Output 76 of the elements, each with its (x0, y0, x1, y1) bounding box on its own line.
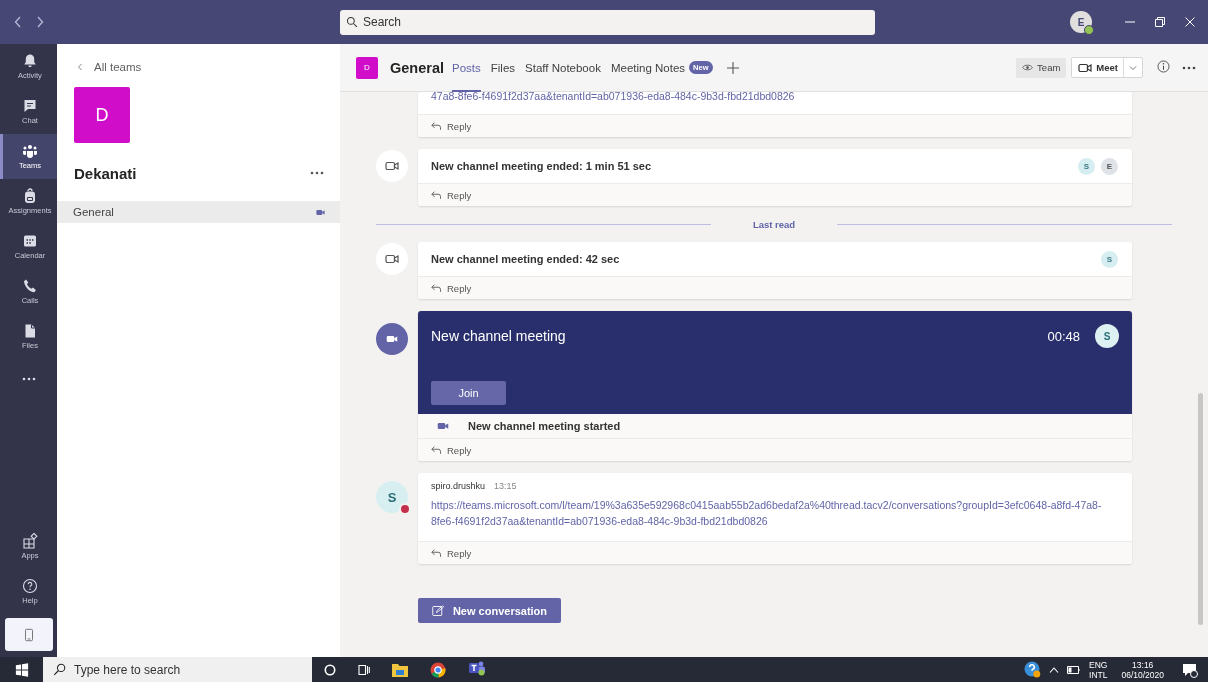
help-icon[interactable] (1024, 661, 1042, 678)
taskbar-search-field[interactable]: Type here to search (43, 657, 312, 682)
channel-tab[interactable]: Staff Notebook (525, 44, 601, 92)
calendar-icon (22, 233, 38, 249)
reply-arrow-icon (430, 444, 442, 456)
cortana-icon[interactable] (324, 663, 336, 676)
all-teams-link[interactable]: All teams (76, 61, 142, 73)
input-language[interactable]: ENG (1089, 659, 1108, 670)
participant-avatar: S (1078, 157, 1095, 175)
event-text: New channel meeting ended: 42 sec (431, 253, 620, 265)
folder-icon[interactable] (392, 662, 408, 677)
participant-avatar: S (1095, 324, 1119, 348)
reply-arrow-icon (430, 282, 442, 294)
reply-button[interactable]: Reply (430, 120, 472, 132)
last-read-label: Last read (751, 218, 797, 230)
more-icon[interactable] (310, 171, 324, 175)
reply-arrow-icon (430, 547, 442, 559)
info-icon (1157, 59, 1170, 73)
eye-icon (1022, 62, 1034, 73)
notification-icon[interactable] (1182, 661, 1198, 678)
new-conversation-button[interactable]: New conversation (418, 598, 561, 623)
team-avatar: D (356, 56, 378, 79)
reply-arrow-icon (430, 189, 442, 201)
clock-date[interactable]: 06/10/2020 (1121, 669, 1164, 680)
clock-time[interactable]: 13:16 (1132, 659, 1154, 670)
mobile-app-button[interactable] (4, 618, 53, 651)
scrollbar-thumb[interactable] (1198, 393, 1203, 625)
participant-avatar: E (1101, 157, 1118, 175)
reply-button[interactable]: Reply (430, 189, 472, 201)
battery-icon[interactable] (1067, 665, 1082, 674)
team-avatar: D (74, 87, 130, 143)
help-icon (22, 578, 38, 594)
user-avatar: S (376, 481, 408, 513)
meeting-status: New channel meeting started (468, 420, 621, 432)
teams-app-icon[interactable] (468, 659, 486, 676)
channel-tab[interactable]: Files (490, 44, 516, 92)
search-icon (346, 15, 358, 28)
reply-arrow-icon (430, 120, 442, 132)
apps-icon (22, 533, 38, 549)
channel-title: General (390, 59, 444, 76)
join-button[interactable]: Join (431, 381, 506, 405)
people-icon (22, 143, 38, 159)
channel-item[interactable]: General (57, 201, 340, 223)
chevron-down-icon (1129, 63, 1137, 72)
chevron-left-icon (76, 62, 84, 72)
search-icon (53, 663, 66, 676)
task-view-icon[interactable] (358, 663, 370, 676)
edit-icon (431, 604, 444, 617)
user-avatar[interactable]: E (1070, 11, 1092, 33)
more-icon[interactable] (1182, 65, 1196, 70)
more-icon[interactable] (21, 377, 36, 381)
author-name: spiro.drushku (431, 481, 486, 491)
message-link[interactable]: https://teams.microsoft.com/l/team/19%3a635e592968c0415aab55b2ad6bedaf2a%40thread.tacv2/conversations?groupId=3efc0648-a8fd-47a8-8fe6-f4691f2d37aa&tenantId=ab071936-eda8-484c-9b3d-fbd21dbd0826 (418, 497, 1132, 529)
reply-button[interactable]: Reply (430, 282, 472, 294)
close-icon[interactable] (1184, 16, 1196, 28)
reply-button[interactable]: Reply (430, 444, 472, 456)
phone-icon (22, 278, 38, 294)
windows-logo-icon (14, 662, 29, 677)
reply-button[interactable]: Reply (430, 547, 472, 559)
participant-avatar: S (1101, 250, 1118, 268)
backpack-icon (22, 188, 38, 204)
message-link[interactable]: 47a8-8fe6-f4691f2d37aa&tenantId=ab071936-eda8-484c-9b3d-fbd21dbd0826 (418, 92, 1132, 114)
meeting-title: New channel meeting (431, 328, 567, 344)
browser-icon[interactable] (430, 661, 446, 678)
team-button[interactable]: Team (1016, 57, 1067, 78)
plus-icon[interactable] (726, 61, 739, 74)
chat-bubble-icon (22, 98, 38, 114)
event-text: New channel meeting ended: 1 min 51 sec (431, 160, 652, 172)
message-time: 13:15 (494, 481, 517, 491)
restore-icon[interactable] (1154, 16, 1166, 28)
chevron-up-icon[interactable] (1049, 665, 1060, 674)
keyboard-layout[interactable]: INTL (1089, 669, 1108, 680)
meeting-duration: 00:48 (1047, 328, 1080, 344)
team-name: Dekanati (74, 164, 137, 182)
bell-icon (22, 53, 38, 69)
search-field[interactable]: Search (340, 9, 875, 35)
